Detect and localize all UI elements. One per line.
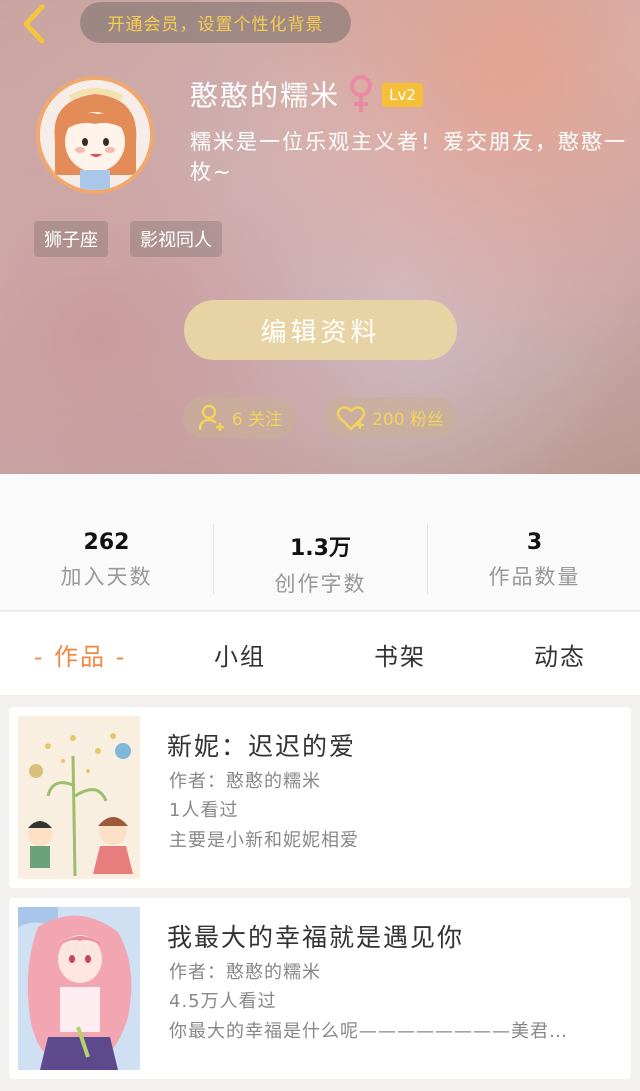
- tab-groups[interactable]: 小组: [160, 612, 320, 696]
- tab-bookshelf[interactable]: 书架: [320, 612, 480, 696]
- back-button[interactable]: [14, 4, 54, 44]
- vip-banner[interactable]: 开通会员，设置个性化背景: [80, 2, 351, 43]
- following-button[interactable]: 6 关注: [183, 397, 297, 438]
- profile-header: 开通会员，设置个性化背景 憨憨的糯米 Lv2 糯米是一位乐观主义者！爱交朋友，憨…: [0, 0, 640, 474]
- avatar[interactable]: [36, 76, 154, 194]
- work-card[interactable]: 我最大的幸福就是遇见你 作者：憨憨的糯米 4.5万人看过 你最大的幸福是什么呢—…: [9, 898, 631, 1079]
- tab-works[interactable]: - 作品 -: [0, 612, 160, 696]
- following-count: 6 关注: [231, 410, 283, 430]
- stat-label: 创作字数: [274, 572, 367, 596]
- work-summary: 主要是小新和妮妮相爱: [169, 830, 359, 851]
- back-chevron-icon: [23, 4, 45, 44]
- tag-zodiac[interactable]: 狮子座: [34, 221, 108, 257]
- stat-label: 作品数量: [488, 565, 581, 589]
- stat-join-days: 262 加入天数: [0, 530, 213, 591]
- cover-image: [18, 716, 140, 879]
- work-cover: [18, 716, 140, 879]
- work-title: 我最大的幸福就是遇见你: [167, 923, 465, 952]
- stats-bar: 262 加入天数 1.3万 创作字数 3 作品数量: [0, 474, 640, 611]
- work-author: 作者：憨憨的糯米: [169, 962, 321, 983]
- work-title: 新妮：迟迟的爱: [167, 732, 357, 761]
- stat-value: 3: [526, 530, 543, 555]
- follow-user-icon: [198, 404, 224, 431]
- work-card[interactable]: 新妮：迟迟的爱 作者：憨憨的糯米 1人看过 主要是小新和妮妮相爱: [9, 707, 631, 888]
- followers-count: 200 粉丝: [372, 410, 444, 430]
- work-cover: [18, 907, 140, 1070]
- stat-label: 加入天数: [60, 565, 153, 589]
- stat-value: 262: [83, 530, 130, 555]
- followers-button[interactable]: 200 粉丝: [323, 397, 457, 438]
- tab-bar: - 作品 - 小组 书架 动态: [0, 612, 640, 696]
- cover-image: [18, 907, 140, 1070]
- female-icon: [350, 75, 372, 112]
- tag-interest[interactable]: 影视同人: [130, 221, 222, 257]
- heart-icon: [336, 405, 366, 431]
- stat-word-count: 1.3万 创作字数: [214, 530, 427, 598]
- stat-value: 1.3万: [290, 536, 351, 561]
- vip-banner-text: 开通会员，设置个性化背景: [107, 15, 324, 35]
- avatar-illustration: [40, 80, 150, 190]
- username: 憨憨的糯米: [190, 79, 341, 112]
- stat-works-count: 3 作品数量: [428, 530, 640, 591]
- edit-profile-button[interactable]: 编辑资料: [184, 300, 457, 360]
- level-badge: Lv2: [382, 83, 423, 107]
- work-views: 1人看过: [169, 800, 239, 821]
- work-author: 作者：憨憨的糯米: [169, 771, 321, 792]
- tab-activity[interactable]: 动态: [480, 612, 640, 696]
- work-views: 4.5万人看过: [169, 991, 277, 1012]
- work-summary: 你最大的幸福是什么呢————————美君…: [169, 1021, 568, 1042]
- edit-profile-label: 编辑资料: [260, 317, 381, 348]
- bio-text: 糯米是一位乐观主义者！爱交朋友，憨憨一枚~: [190, 130, 627, 184]
